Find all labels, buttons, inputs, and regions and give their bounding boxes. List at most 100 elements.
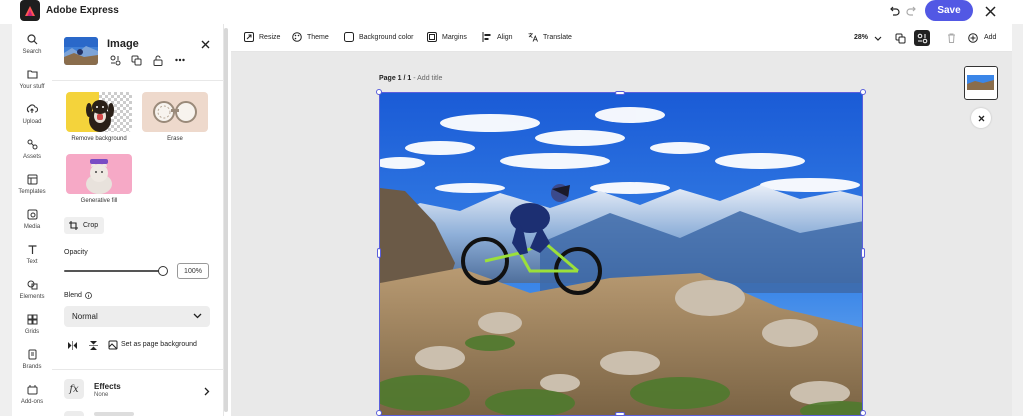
resize-handle-bottom-left[interactable]	[376, 410, 382, 416]
tool-label: Theme	[307, 33, 329, 41]
rail-item-upload[interactable]: Upload	[12, 102, 52, 132]
opacity-slider-thumb[interactable]	[158, 266, 168, 276]
add-page-icon[interactable]	[966, 31, 980, 45]
adjustments-icon	[64, 411, 84, 416]
resize-handle-right[interactable]	[861, 248, 865, 258]
resize-handle-left[interactable]	[377, 248, 381, 258]
assets-icon	[25, 137, 39, 151]
zoom-level[interactable]: 28%	[854, 34, 868, 41]
addons-icon	[25, 382, 39, 396]
rail-label: Templates	[18, 189, 46, 195]
flip-horizontal-icon[interactable]	[66, 339, 78, 351]
rail-item-assets[interactable]: Assets	[12, 137, 52, 167]
resize-button[interactable]: Resize	[244, 32, 280, 42]
delete-icon[interactable]	[944, 31, 958, 45]
right-edge	[1012, 24, 1023, 416]
rail-item-text[interactable]: Text	[12, 242, 52, 272]
crop-button[interactable]: Crop	[64, 217, 104, 234]
rail-item-grids[interactable]: Grids	[12, 312, 52, 342]
search-icon	[25, 32, 39, 46]
page-thumbnail[interactable]	[964, 66, 998, 100]
opacity-input[interactable]: 100%	[177, 263, 209, 279]
undo-icon[interactable]	[887, 4, 901, 18]
rail-label: Assets	[22, 154, 41, 160]
lock-icon[interactable]	[152, 54, 164, 66]
top-bar: Adobe Express Save	[0, 0, 1023, 24]
add-button[interactable]: Add	[984, 34, 996, 41]
left-edge	[0, 24, 12, 416]
add-title-link[interactable]: - Add title	[411, 75, 442, 82]
folder-icon	[25, 67, 39, 81]
resize-handle-top[interactable]	[615, 91, 625, 95]
effects-title[interactable]: Effects	[94, 382, 121, 391]
page-number: Page 1 / 1	[379, 75, 412, 82]
artboard-image[interactable]	[379, 92, 863, 416]
chevron-right-icon[interactable]	[201, 385, 213, 397]
resize-handle-top-right[interactable]	[860, 89, 866, 95]
panel-scrollbar[interactable]	[224, 28, 228, 412]
background-color-icon	[344, 32, 354, 42]
close-panel-icon[interactable]	[199, 38, 211, 50]
opacity-label: Opacity	[64, 249, 88, 256]
align-button[interactable]: Align	[482, 32, 513, 42]
panel-divider	[52, 369, 224, 370]
duplicate-icon[interactable]	[130, 54, 142, 66]
generative-fill-tile[interactable]	[66, 154, 132, 194]
rail-label: Add-ons	[20, 399, 44, 405]
canvas-toolbar: Resize Theme Background color Margins Al…	[231, 24, 1012, 52]
blend-mode-select[interactable]: Normal	[64, 306, 210, 327]
app-title: Adobe Express	[46, 5, 119, 16]
left-rail: Search Your stuff Upload Assets Template…	[12, 24, 52, 416]
save-button[interactable]: Save	[925, 0, 973, 21]
mountain-biker-photo	[380, 93, 862, 415]
rail-item-templates[interactable]: Templates	[12, 172, 52, 202]
blend-label-row: Blend	[64, 292, 92, 299]
replace-image-icon[interactable]	[109, 54, 121, 66]
rail-item-media[interactable]: Media	[12, 207, 52, 237]
theme-button[interactable]: Theme	[292, 32, 329, 42]
close-editor-icon[interactable]	[983, 4, 997, 18]
close-icon	[978, 115, 984, 121]
resize-handle-top-left[interactable]	[376, 89, 382, 95]
rail-item-elements[interactable]: Elements	[12, 277, 52, 307]
adobe-express-logo[interactable]	[20, 0, 40, 21]
chevron-down-icon	[193, 312, 202, 321]
background-color-button[interactable]: Background color	[344, 32, 413, 42]
rail-item-your-stuff[interactable]: Your stuff	[12, 67, 52, 97]
margins-button[interactable]: Margins	[427, 32, 467, 42]
tool-label: Translate	[543, 33, 572, 41]
margins-icon	[427, 32, 437, 42]
rail-item-brands[interactable]: Brands	[12, 347, 52, 377]
rail-label: Text	[26, 259, 38, 265]
feature-label: Remove background	[71, 136, 127, 142]
templates-icon	[25, 172, 39, 186]
rail-label: Your stuff	[19, 84, 45, 90]
tool-label: Resize	[259, 33, 281, 41]
crop-icon	[69, 221, 78, 230]
redo-icon[interactable]	[905, 4, 919, 18]
layers-icon[interactable]	[893, 31, 907, 45]
effects-value: None	[94, 392, 109, 398]
more-options-icon[interactable]	[174, 54, 186, 66]
selected-image-thumbnail	[64, 37, 98, 65]
grouping-icon[interactable]	[914, 30, 930, 46]
rail-item-search[interactable]: Search	[12, 32, 52, 62]
tool-label: Align	[497, 33, 513, 41]
resize-icon	[244, 32, 254, 42]
set-page-background-button[interactable]: Set as page background	[121, 341, 197, 348]
translate-button[interactable]: Translate	[528, 32, 572, 42]
upload-icon	[25, 102, 39, 116]
resize-handle-bottom[interactable]	[615, 412, 625, 416]
opacity-slider-track[interactable]	[64, 270, 162, 272]
resize-handle-bottom-right[interactable]	[860, 410, 866, 416]
erase-tile[interactable]	[142, 92, 208, 132]
close-thumbnails-button[interactable]	[971, 108, 991, 128]
elements-icon	[25, 277, 39, 291]
flip-vertical-icon[interactable]	[87, 339, 99, 351]
effects-icon: fx	[64, 379, 84, 399]
remove-background-tile[interactable]	[66, 92, 132, 132]
zoom-chevron-down-icon[interactable]	[871, 31, 885, 45]
rail-item-add-ons[interactable]: Add-ons	[12, 382, 52, 412]
info-icon[interactable]	[85, 292, 92, 299]
page-background-icon[interactable]	[107, 339, 119, 351]
